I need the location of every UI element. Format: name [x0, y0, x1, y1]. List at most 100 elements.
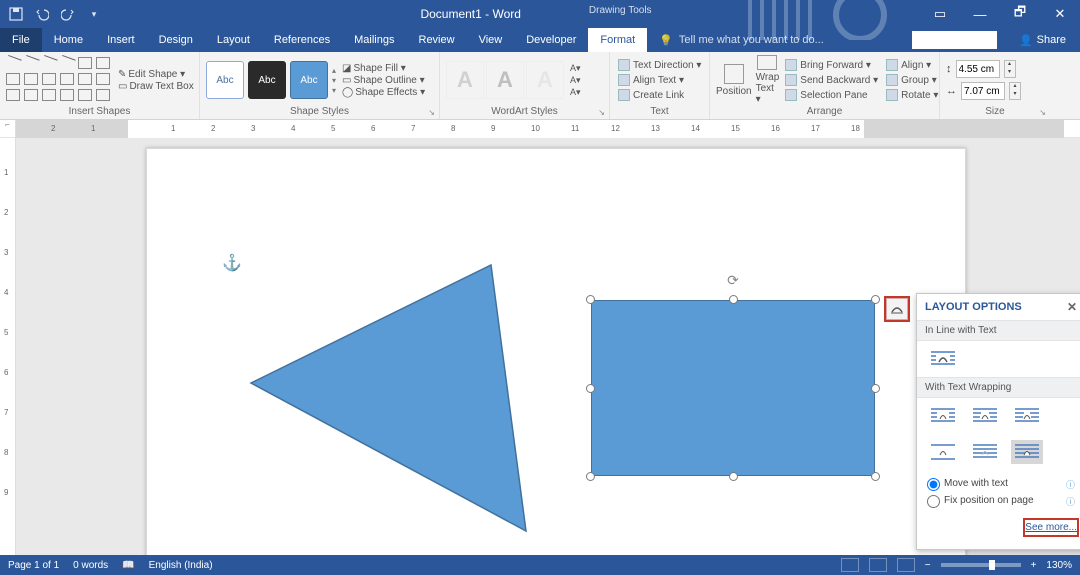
create-link-button[interactable]: Create Link: [616, 88, 703, 102]
shape-styles-launcher-icon[interactable]: ↘: [428, 108, 435, 117]
bring-forward-button[interactable]: Bring Forward ▾: [783, 58, 880, 72]
zoom-level[interactable]: 130%: [1046, 560, 1072, 571]
horizontal-ruler[interactable]: 21123456789101112131415161718: [16, 120, 1080, 138]
tab-references[interactable]: References: [262, 28, 342, 52]
group-label2: Group ▾: [901, 75, 937, 86]
window-title: Document1 - Word: [420, 7, 520, 21]
move-with-text-radio[interactable]: Move with textⓘ: [927, 476, 1075, 493]
tab-layout[interactable]: Layout: [205, 28, 262, 52]
shape-style-3[interactable]: Abc: [290, 61, 328, 99]
layout-options-button[interactable]: [886, 298, 908, 320]
position-button[interactable]: Position: [716, 55, 752, 105]
save-icon[interactable]: [4, 2, 28, 26]
edit-shape-button[interactable]: ✎Edit Shape ▾: [116, 69, 196, 80]
selection-pane-button[interactable]: Selection Pane: [783, 88, 880, 102]
view-web-layout-icon[interactable]: [897, 558, 915, 572]
gallery-up-icon[interactable]: ▴: [332, 66, 336, 75]
selection-pane-icon: [785, 89, 797, 101]
wrap-behind-button[interactable]: [969, 440, 1001, 464]
status-proofing-icon[interactable]: 📖: [122, 560, 134, 571]
view-read-mode-icon[interactable]: [841, 558, 859, 572]
contextual-tab-label: Drawing Tools: [581, 3, 660, 22]
zoom-slider[interactable]: [941, 563, 1021, 567]
group-label-size: Size↘: [946, 106, 1044, 119]
wrap-infront-button[interactable]: [1011, 440, 1043, 464]
tab-design[interactable]: Design: [147, 28, 205, 52]
text-outline-button[interactable]: A▾: [568, 75, 583, 86]
tab-view[interactable]: View: [467, 28, 515, 52]
wordart-2[interactable]: A: [486, 61, 524, 99]
tab-home[interactable]: Home: [42, 28, 95, 52]
text-direction-icon: [618, 59, 630, 71]
wrap-topbottom-button[interactable]: [927, 440, 959, 464]
tab-file[interactable]: File: [0, 28, 42, 52]
wrap-square-button[interactable]: [927, 404, 959, 428]
fix-position-radio[interactable]: Fix position on page ⓘ: [927, 493, 1075, 510]
share-button[interactable]: 👤 Share: [1005, 28, 1080, 52]
zoom-in-icon[interactable]: +: [1031, 560, 1037, 571]
wrap-text-button[interactable]: Wrap Text ▾: [756, 55, 780, 105]
wrap-through-button[interactable]: [1011, 404, 1043, 428]
qat-customize-icon[interactable]: ▾: [82, 2, 106, 26]
group-button[interactable]: Group ▾: [884, 73, 940, 87]
info-icon-2[interactable]: ⓘ: [1066, 495, 1075, 508]
shape-fill-button[interactable]: ◪Shape Fill ▾: [340, 63, 427, 74]
wordart-gallery[interactable]: A A A: [446, 61, 564, 99]
rectangle-shape-selected[interactable]: ⟳: [591, 300, 875, 476]
rotate-handle-icon[interactable]: ⟳: [727, 272, 739, 289]
shape-styles-gallery[interactable]: Abc Abc Abc: [206, 61, 328, 99]
zoom-out-icon[interactable]: −: [925, 560, 931, 571]
text-effects-button[interactable]: A▾: [568, 87, 583, 98]
size-launcher-icon[interactable]: ↘: [1039, 108, 1046, 117]
fix-position-label: Fix position on page: [944, 495, 1034, 506]
ribbon-display-icon[interactable]: ▭: [920, 0, 960, 28]
wordart-1[interactable]: A: [446, 61, 484, 99]
undo-icon[interactable]: [30, 2, 54, 26]
align-button[interactable]: Align ▾: [884, 58, 940, 72]
text-fill-button[interactable]: A▾: [568, 63, 583, 74]
shape-style-2[interactable]: Abc: [248, 61, 286, 99]
redo-icon[interactable]: [56, 2, 80, 26]
width-spinner[interactable]: ▴▾: [1009, 82, 1021, 100]
info-icon[interactable]: ⓘ: [1066, 478, 1075, 491]
tab-format[interactable]: Format: [588, 28, 647, 52]
shapes-gallery[interactable]: [6, 57, 112, 103]
restore-icon[interactable]: 🗗: [1000, 0, 1040, 28]
vertical-ruler[interactable]: 123456789: [0, 138, 16, 555]
rotate-button[interactable]: Rotate ▾: [884, 88, 940, 102]
ruler-corner: ⌐: [0, 120, 16, 138]
wrap-inline-button[interactable]: [927, 347, 959, 371]
height-spinner[interactable]: ▴▾: [1004, 60, 1016, 78]
close-icon[interactable]: ✕: [1040, 0, 1080, 28]
triangle-shape[interactable]: [244, 256, 534, 539]
tab-review[interactable]: Review: [407, 28, 467, 52]
shape-outline-button[interactable]: ▭Shape Outline ▾: [340, 75, 427, 86]
wordart-launcher-icon[interactable]: ↘: [598, 108, 605, 117]
send-backward-button[interactable]: Send Backward ▾: [783, 73, 880, 87]
group-size: ↕▴▾ ↔▴▾ Size↘: [940, 52, 1050, 119]
gallery-more-icon[interactable]: ▾: [332, 86, 336, 95]
status-page[interactable]: Page 1 of 1: [8, 560, 59, 571]
status-words[interactable]: 0 words: [73, 560, 108, 571]
tab-insert[interactable]: Insert: [95, 28, 147, 52]
see-more-link[interactable]: See more...: [1025, 520, 1077, 535]
document-viewport[interactable]: ⚓ ⟳ LAYOUT OPT: [16, 138, 1080, 555]
draw-text-box-button[interactable]: ▭Draw Text Box: [116, 81, 196, 92]
flyout-close-icon[interactable]: ✕: [1067, 300, 1077, 314]
align-text-button[interactable]: Align Text ▾: [616, 73, 703, 87]
view-print-layout-icon[interactable]: [869, 558, 887, 572]
height-input[interactable]: [956, 60, 1000, 78]
tell-me-search[interactable]: 💡 Tell me what you want to do...: [647, 28, 912, 52]
wordart-3[interactable]: A: [526, 61, 564, 99]
shape-style-1[interactable]: Abc: [206, 61, 244, 99]
tab-mailings[interactable]: Mailings: [342, 28, 406, 52]
minimize-icon[interactable]: —: [960, 0, 1000, 28]
width-input[interactable]: [961, 82, 1005, 100]
text-direction-button[interactable]: Text Direction ▾: [616, 58, 703, 72]
wrap-tight-button[interactable]: [969, 404, 1001, 428]
tab-developer[interactable]: Developer: [514, 28, 588, 52]
gallery-down-icon[interactable]: ▾: [332, 76, 336, 85]
shape-effects-button[interactable]: ◯Shape Effects ▾: [340, 87, 427, 98]
document-area: 123456789 ⚓ ⟳: [0, 138, 1080, 555]
status-language[interactable]: English (India): [149, 560, 213, 571]
